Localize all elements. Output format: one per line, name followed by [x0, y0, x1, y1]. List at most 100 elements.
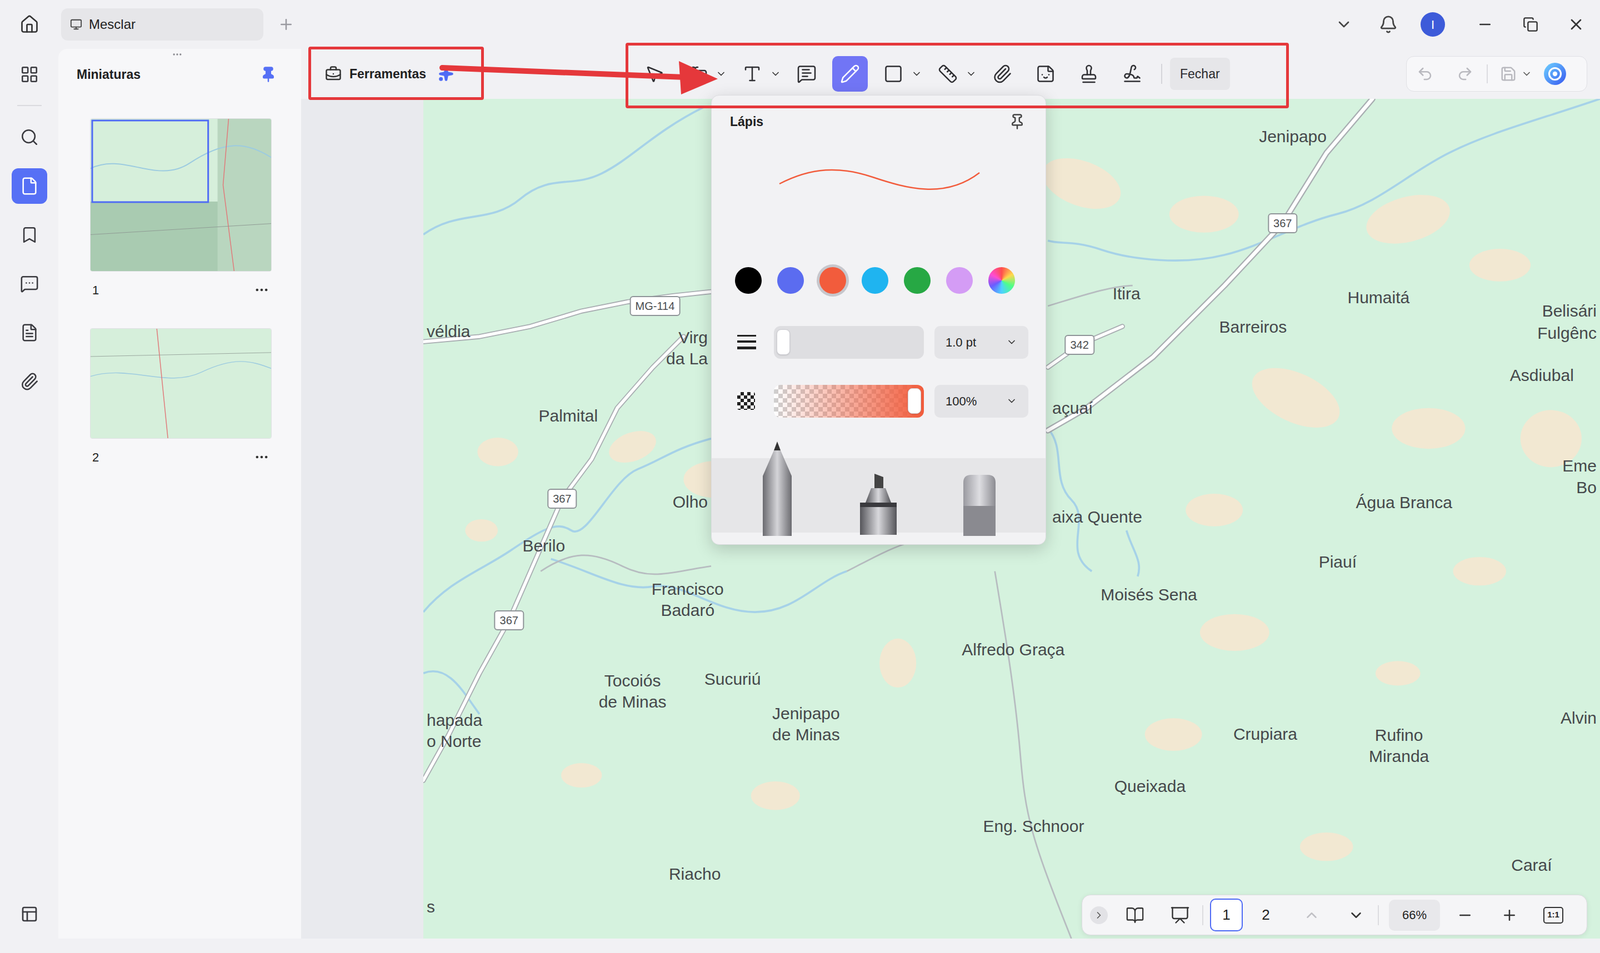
canvas-margin: [301, 98, 424, 939]
road-shield: 367: [1267, 213, 1298, 234]
minimize-button[interactable]: [1462, 16, 1508, 33]
tools-button[interactable]: Ferramentas: [308, 64, 487, 84]
dropdown-caret-icon[interactable]: [911, 68, 923, 80]
tool-item: [636, 56, 673, 92]
color-swatch[interactable]: [861, 267, 889, 294]
opacity-dropdown[interactable]: 100%: [934, 385, 1029, 418]
presentation-icon[interactable]: [1170, 905, 1190, 926]
color-swatch[interactable]: [903, 267, 931, 294]
color-swatch[interactable]: [946, 267, 973, 294]
opacity-value: 100%: [945, 392, 977, 411]
tool-button[interactable]: [1114, 56, 1150, 92]
tool-button[interactable]: [636, 56, 673, 92]
notifications-button[interactable]: [1366, 15, 1411, 34]
tool-button[interactable]: [1071, 56, 1107, 92]
pencil-tool-icon[interactable]: [761, 441, 793, 537]
pencil-panel: Lápis1.0 pt100%: [711, 95, 1047, 545]
pin-icon[interactable]: [1008, 113, 1026, 130]
tool-button[interactable]: [734, 56, 770, 92]
drag-handle-icon[interactable]: [169, 48, 185, 60]
undo-icon[interactable]: [1416, 65, 1434, 83]
restore-button[interactable]: [1507, 16, 1554, 33]
page-button[interactable]: 2: [1249, 898, 1283, 932]
home-button[interactable]: [0, 14, 59, 35]
thumbnail-label-row: 1: [90, 278, 272, 302]
map-label: Moisés Sena: [1100, 585, 1197, 605]
color-swatches: [711, 267, 1046, 294]
pin-icon[interactable]: [260, 66, 277, 83]
close-icon: [1567, 15, 1585, 34]
color-swatch[interactable]: [735, 267, 762, 294]
ai-sparkle-icon[interactable]: [438, 66, 454, 82]
save-caret-icon[interactable]: [1521, 68, 1533, 80]
account-button[interactable]: I: [1410, 12, 1455, 37]
thickness-dropdown[interactable]: 1.0 pt: [934, 326, 1029, 359]
dropdown-caret-icon[interactable]: [965, 68, 977, 80]
stroke-preview: [778, 160, 981, 200]
text-icon: [742, 63, 763, 84]
eraser-tool-icon[interactable]: [958, 475, 1000, 537]
nav-divider: [1202, 905, 1204, 926]
rail-button[interactable]: [11, 56, 48, 93]
close-button[interactable]: [1553, 15, 1599, 34]
ai-assistant-icon[interactable]: [1543, 62, 1567, 86]
rail-button[interactable]: [11, 217, 48, 253]
rail-button[interactable]: [11, 168, 48, 204]
map-label: Belisári: [1542, 301, 1597, 322]
zoom-out-icon[interactable]: [1456, 907, 1474, 924]
toolbox-icon: [325, 65, 342, 83]
tool-button[interactable]: [1027, 56, 1064, 92]
more-icon[interactable]: [253, 449, 270, 465]
tool-button[interactable]: [680, 56, 716, 92]
document-tab[interactable]: Mesclar: [61, 8, 264, 41]
redo-icon[interactable]: [1456, 65, 1474, 83]
thumbnail[interactable]: [90, 118, 272, 272]
save-icon[interactable]: [1500, 65, 1517, 83]
panel-toggle-button[interactable]: [11, 896, 48, 933]
tool-button[interactable]: [875, 56, 912, 92]
page-button[interactable]: 1: [1210, 898, 1243, 932]
thumbnail-item[interactable]: 2: [90, 328, 302, 469]
zoom-in-icon[interactable]: [1501, 907, 1518, 924]
thumbnail-item[interactable]: 1: [90, 118, 302, 302]
dropdown-caret-icon[interactable]: [715, 68, 727, 80]
tool-button[interactable]: [930, 56, 966, 92]
rail-button[interactable]: [11, 266, 48, 302]
rail-button[interactable]: [11, 363, 48, 400]
marker-tool-icon[interactable]: [857, 473, 899, 535]
rail-button[interactable]: [11, 315, 48, 351]
map-label: Sucuriú: [704, 669, 762, 690]
more-icon[interactable]: [253, 282, 270, 298]
map-label: Água Branca: [1356, 492, 1453, 513]
dropdown-caret-icon[interactable]: [770, 68, 782, 80]
new-tab-button[interactable]: [277, 16, 295, 33]
map-label: Rufino Miranda: [1360, 725, 1438, 768]
tool-button[interactable]: [788, 56, 825, 92]
slider-thumb[interactable]: [907, 388, 922, 414]
signature-icon: [1122, 63, 1143, 84]
thumbnail[interactable]: [90, 328, 272, 439]
zoom-field[interactable]: 66%: [1388, 900, 1440, 932]
rail-button[interactable]: [11, 119, 48, 155]
opacity-icon: [737, 392, 755, 410]
tool-button[interactable]: [832, 56, 868, 92]
color-swatch[interactable]: [988, 267, 1015, 294]
page-layout-icon[interactable]: [1125, 906, 1145, 925]
pointer-icon: [644, 63, 665, 84]
thickness-slider[interactable]: [773, 326, 924, 359]
slider-thumb[interactable]: [776, 329, 790, 355]
opacity-slider[interactable]: [773, 385, 924, 418]
tool-button[interactable]: [984, 56, 1020, 92]
next-page-icon[interactable]: [1347, 907, 1365, 924]
comment-icon: [796, 63, 817, 84]
previous-page-icon[interactable]: [1303, 907, 1320, 924]
page-icon: [20, 176, 39, 196]
map-label: hapada: [426, 710, 483, 731]
actual-size-button[interactable]: 1:1: [1543, 907, 1564, 924]
tabs-menu-button[interactable]: [1321, 15, 1367, 34]
pen-types: [711, 458, 1046, 533]
expand-button[interactable]: [1090, 906, 1108, 925]
color-swatch[interactable]: [819, 267, 847, 294]
close-tools-button[interactable]: Fechar: [1170, 57, 1230, 91]
color-swatch[interactable]: [777, 267, 804, 294]
